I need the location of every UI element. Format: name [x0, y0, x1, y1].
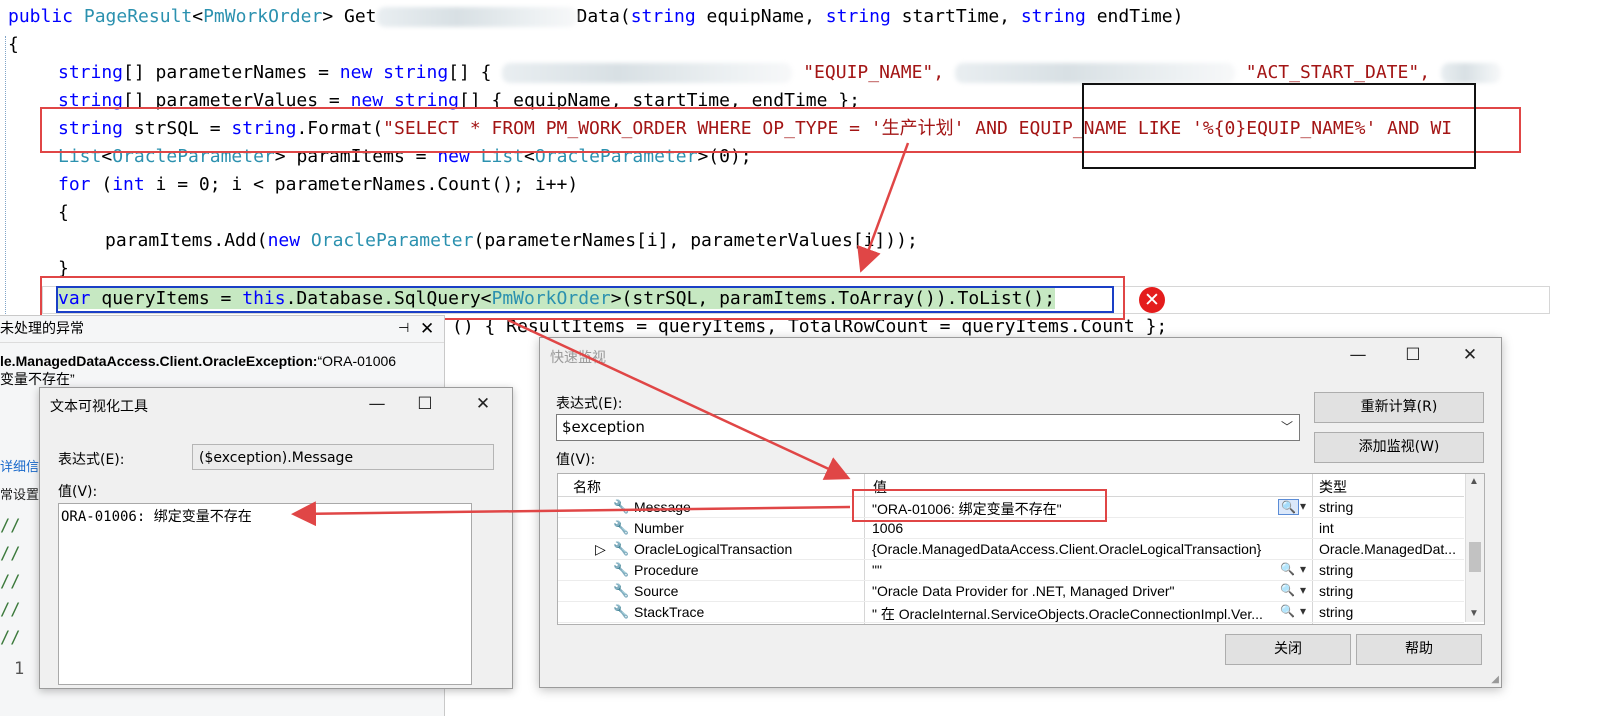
redacted-text — [1440, 63, 1501, 83]
view-details-link[interactable]: 详细信 — [0, 456, 39, 475]
table-row[interactable]: ▷ 🔧 OracleLogicalTransaction {Oracle.Man… — [558, 539, 1464, 560]
code-comment: // — [0, 572, 21, 592]
expression-value: $exception — [562, 418, 645, 436]
column-header-name[interactable]: 名称 — [573, 477, 601, 497]
exception-settings[interactable]: 常设置 — [0, 484, 39, 503]
row-type: Oracle.ManagedDat... — [1319, 541, 1456, 557]
scroll-thumb[interactable] — [1469, 542, 1481, 572]
row-type: string — [1319, 583, 1354, 599]
row-name: Number — [634, 520, 684, 536]
code-line-add[interactable]: paramItems.Add(new OracleParameter(param… — [105, 227, 918, 255]
pin-icon[interactable]: ⊣ — [398, 316, 409, 342]
row-value: 1006 — [872, 520, 904, 536]
code-comment: // — [0, 544, 21, 564]
grid-scrollbar[interactable]: ▲ ▼ — [1465, 474, 1484, 622]
magnifier-icon[interactable]: 🔍 — [1280, 562, 1295, 576]
expand-icon[interactable]: ▷ — [595, 541, 606, 558]
maximize-icon[interactable]: ☐ — [1402, 345, 1424, 365]
row-name: StackTrace — [634, 604, 705, 620]
wrench-icon: 🔧 — [613, 604, 630, 619]
code-comment: // — [0, 628, 21, 648]
exception-message: le.ManagedDataAccess.Client.OracleExcept… — [0, 353, 397, 387]
close-icon[interactable]: ✕ — [472, 394, 494, 414]
row-value: "" — [872, 562, 882, 578]
row-name: OracleLogicalTransaction — [634, 541, 793, 557]
wrench-icon: 🔧 — [613, 541, 630, 556]
add-watch-button[interactable]: 添加监视(W) — [1314, 432, 1484, 463]
close-button[interactable]: 关闭 — [1225, 634, 1351, 665]
row-name: Procedure — [634, 562, 699, 578]
row-value: {Oracle.ManagedDataAccess.Client.OracleL… — [872, 541, 1262, 557]
exception-title: 未处理的异常 — [0, 321, 84, 337]
code-line-brace[interactable]: { — [8, 31, 19, 59]
table-row[interactable]: 🔧 Procedure "" 🔍 ▾ string — [558, 560, 1464, 581]
annotation-box-like — [1082, 83, 1476, 169]
wrench-icon: 🔧 — [613, 499, 630, 514]
table-row[interactable]: 🔧 Source "Oracle Data Provider for .NET,… — [558, 581, 1464, 602]
recalculate-button[interactable]: 重新计算(R) — [1314, 392, 1484, 423]
maximize-icon[interactable]: ☐ — [414, 394, 436, 414]
row-name: Source — [634, 583, 679, 599]
wrench-icon: 🔧 — [613, 583, 630, 598]
minimize-icon[interactable]: — — [366, 394, 388, 414]
expression-field[interactable]: ($exception).Message — [192, 444, 494, 470]
redacted-text — [502, 63, 793, 83]
chevron-down-icon[interactable]: ▾ — [1300, 583, 1306, 597]
outline-guide — [5, 36, 6, 336]
code-line-brace[interactable]: { — [58, 199, 69, 227]
chevron-down-icon[interactable]: ▾ — [1300, 499, 1306, 513]
chevron-down-icon[interactable]: ▾ — [1300, 604, 1306, 618]
scroll-down-icon[interactable]: ▼ — [1469, 608, 1479, 619]
magnifier-icon[interactable]: 🔍 — [1278, 499, 1299, 515]
redacted-text — [954, 63, 1235, 83]
text-visualizer-window[interactable]: 文本可视化工具 — ☐ ✕ 表达式(E): ($exception).Messa… — [39, 387, 513, 689]
row-value: " 在 OracleInternal.ServiceObjects.Oracle… — [872, 606, 1263, 622]
scroll-up-icon[interactable]: ▲ — [1469, 476, 1479, 487]
code-line-for[interactable]: for (int i = 0; i < parameterNames.Count… — [58, 171, 578, 199]
row-type: string — [1319, 604, 1354, 620]
line-number: 1 — [14, 659, 25, 679]
row-name: Message — [634, 499, 691, 515]
annotation-box-query — [40, 276, 1125, 320]
row-type: int — [1319, 520, 1334, 536]
row-value: "Oracle Data Provider for .NET, Managed … — [872, 583, 1175, 599]
magnifier-icon[interactable]: 🔍 — [1280, 583, 1295, 597]
help-button[interactable]: 帮助 — [1356, 634, 1482, 665]
wrench-icon: 🔧 — [613, 520, 630, 535]
close-icon[interactable]: ✕ — [1459, 345, 1481, 365]
code-line-signature[interactable]: public PageResult<PmWorkOrder> Get Data(s… — [8, 3, 1183, 31]
value-text-area[interactable]: ORA-01006: 绑定变量不存在 — [58, 503, 472, 685]
close-icon[interactable]: ✕ — [420, 316, 434, 342]
value-label: 值(V): — [58, 484, 98, 500]
resize-grip-icon[interactable]: ◢ — [1491, 674, 1499, 685]
redacted-text — [376, 7, 577, 27]
window-title: 文本可视化工具 — [50, 399, 148, 415]
row-type: string — [1319, 499, 1354, 515]
column-header-type[interactable]: 类型 — [1319, 477, 1347, 497]
row-type: string — [1319, 562, 1354, 578]
value-label: 值(V): — [556, 452, 596, 468]
wrench-icon: 🔧 — [613, 562, 630, 577]
table-row[interactable]: 🔧 StackTrace " 在 OracleInternal.ServiceO… — [558, 602, 1464, 623]
expression-label: 表达式(E): — [556, 396, 623, 412]
window-title: 快速监视 — [550, 350, 606, 366]
exception-helper-header: 未处理的异常 ⊣ ✕ — [0, 316, 444, 343]
minimize-icon[interactable]: — — [1347, 345, 1369, 365]
quick-watch-window[interactable]: 快速监视 — ☐ ✕ 表达式(E): $exception ﹀ 重新计算(R) … — [539, 337, 1502, 688]
error-icon[interactable]: ✕ — [1139, 287, 1165, 313]
magnifier-icon[interactable]: 🔍 — [1280, 604, 1295, 618]
expression-combobox[interactable]: $exception ﹀ — [556, 414, 1300, 441]
annotation-box-message — [852, 489, 1107, 522]
code-comment: // — [0, 600, 21, 620]
chevron-down-icon[interactable]: ﹀ — [1281, 415, 1293, 440]
expression-label: 表达式(E): — [58, 452, 125, 468]
code-comment: // — [0, 516, 21, 536]
chevron-down-icon[interactable]: ▾ — [1300, 562, 1306, 576]
